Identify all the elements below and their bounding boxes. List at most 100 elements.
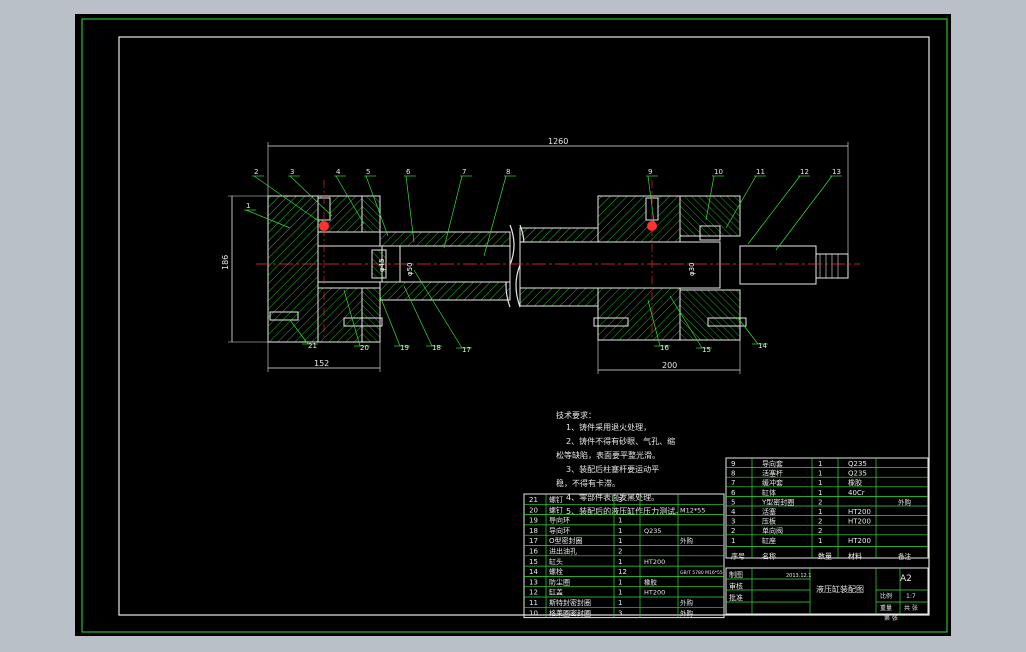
cylinder-base-bottom	[317, 287, 363, 343]
bom-mat: Q235	[848, 470, 867, 478]
bom-qty: 2	[818, 518, 822, 526]
bom-mat: HT200	[848, 508, 871, 516]
bom-name: 缸盖	[549, 588, 563, 597]
bom-qty: 1	[618, 589, 622, 597]
note-line: 松等缺陷，表面要平整光滑。	[556, 450, 660, 460]
bom-no: 11	[529, 599, 538, 607]
cylinder-tube-bottom	[379, 281, 511, 301]
dia-label-3: φ30	[688, 262, 696, 276]
bom-name: 单向阀	[762, 526, 783, 535]
cylinder-cover-bottom	[679, 289, 741, 341]
balloon-14: 14	[758, 342, 767, 350]
balloon-6: 6	[406, 168, 411, 176]
dia-label-2: φ50	[406, 262, 414, 276]
bom-no: 1	[731, 537, 735, 545]
bom-qty: 1	[818, 537, 822, 545]
sheets-total: 共 张	[904, 604, 918, 612]
pressure-plate-top	[361, 195, 381, 233]
bom-name: 缸体	[762, 488, 776, 497]
dim-left-width: 152	[314, 359, 329, 368]
bom-qty: 2	[818, 498, 822, 506]
balloon-7: 7	[462, 168, 466, 176]
bom-name: 压板	[762, 517, 776, 526]
bom-note: 备注	[898, 551, 912, 560]
bom-mat: HT200	[644, 589, 665, 597]
drawing-canvas: φ45 φ50 φ30 1260 186 152 200 1 2 3 4 5 6 7 8 9 10…	[0, 0, 1026, 652]
bom-no: 4	[731, 508, 736, 516]
bom-name: 活塞	[762, 507, 776, 516]
bom-qty: 3	[618, 609, 622, 617]
cylinder-head-top	[597, 195, 681, 243]
note-line: 3、装配后柱塞杆要运动平	[566, 464, 659, 474]
bom-mat: Q235	[644, 527, 662, 535]
balloon-9: 9	[648, 168, 652, 176]
bom-name: 缸座	[762, 536, 776, 545]
title-role: 审核	[729, 582, 743, 591]
bom-qty: 1	[618, 578, 622, 586]
note-line: 2、铸件不得有砂眼、气孔、缩	[566, 436, 675, 446]
bom-name: 导向环	[549, 516, 570, 525]
bom-name: Y型密封圈	[761, 497, 794, 506]
bom-mat: 橡胶	[644, 577, 658, 586]
note-line: 1、铸件采用退火处理，	[566, 422, 651, 432]
bom-qty: 1	[618, 517, 622, 525]
bom-qty: 2	[618, 548, 622, 556]
weight-label: 重量	[880, 604, 892, 612]
sheet-size: A2	[900, 574, 912, 584]
balloon-12: 12	[800, 168, 809, 176]
balloon-2: 2	[254, 168, 258, 176]
bom-qty: 1	[618, 527, 622, 535]
balloon-17: 17	[462, 346, 471, 354]
balloon-18: 18	[432, 344, 441, 352]
bom-name: 斯特封密封圈	[549, 598, 591, 607]
bom-qty: 2	[818, 527, 822, 535]
bom-name: 格莱圈密封圈	[549, 608, 591, 617]
balloon-16: 16	[660, 344, 669, 352]
bom-name: 螺栓	[549, 567, 563, 576]
bom-no: 16	[529, 548, 538, 556]
bom-no: 10	[529, 609, 538, 617]
bom-qty: 1	[818, 460, 822, 468]
bom-no: 8	[731, 470, 735, 478]
balloon-19: 19	[400, 344, 409, 352]
scale-label: 比例	[880, 592, 892, 600]
title-date: 2013.12.1	[786, 573, 811, 579]
bom-mat: 40Cr	[848, 489, 865, 497]
dim-overall-length: 1260	[548, 137, 568, 146]
bom-name: 导向套	[762, 459, 783, 468]
dim-right-width: 200	[662, 361, 677, 370]
title-role: 批准	[729, 593, 743, 602]
bom-no: 18	[529, 527, 538, 535]
bom-qty: 数量	[818, 551, 832, 560]
bom-note: M12*55	[680, 506, 705, 514]
bom-no: 14	[529, 568, 538, 576]
bom-mat: HT200	[644, 558, 665, 566]
bom-no: 2	[731, 527, 735, 535]
cylinder-head-bottom	[597, 287, 681, 341]
bom-qty: 1	[818, 479, 822, 487]
bom-no: 19	[529, 517, 538, 525]
bom-no: 序号	[731, 551, 745, 560]
bom-mat: HT200	[848, 518, 871, 526]
bom-no: 17	[529, 537, 538, 545]
balloon-3: 3	[290, 168, 294, 176]
balloon-13: 13	[832, 168, 841, 176]
bom-name: 名称	[762, 551, 776, 560]
pressure-plate-bottom	[361, 287, 381, 343]
sheet-number: 第 张	[884, 614, 898, 622]
bom-qty: 1	[618, 558, 622, 566]
bom-qty: 1	[818, 489, 822, 497]
balloon-20: 20	[360, 344, 369, 352]
bom-name: 导向环	[549, 526, 570, 535]
scale-value: 1:7	[906, 593, 916, 600]
drawing-title: 液压缸装配图	[816, 584, 864, 594]
balloon-15: 15	[702, 346, 711, 354]
bom-note: 外购	[680, 536, 694, 545]
notes-heading: 技术要求：	[556, 410, 596, 420]
bom-no: 21	[529, 496, 538, 504]
dia-label-1: φ45	[378, 258, 386, 272]
bom-note: 外购	[680, 608, 694, 617]
bom-name: 螺钉	[549, 505, 563, 514]
bom-name: 螺钉	[549, 495, 563, 504]
cylinder-tube-top-right	[519, 227, 599, 243]
